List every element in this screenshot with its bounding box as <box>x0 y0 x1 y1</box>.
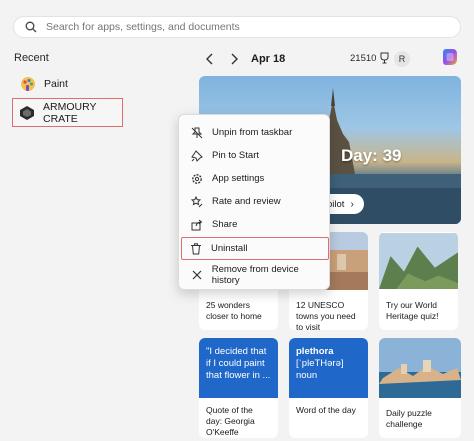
points-value: 21510 <box>350 52 377 64</box>
recent-heading: Recent <box>14 52 49 64</box>
tile-word[interactable]: plethora [ˈpleTHərə] noun Word of the da… <box>289 338 368 438</box>
unpin-icon <box>190 126 204 140</box>
rewards-icon <box>380 52 389 64</box>
tile-caption: 12 UNESCO towns you need to visit <box>296 300 356 330</box>
tile-puzzle[interactable]: Daily puzzle challenge <box>379 338 461 438</box>
search-icon <box>24 20 38 34</box>
menu-item-label: Remove from device history <box>211 263 299 286</box>
share-icon <box>190 218 204 232</box>
tile-word-block: plethora [ˈpleTHərə] noun <box>289 338 368 398</box>
chevron-right-icon: › <box>350 198 354 210</box>
menu-item-pin-start[interactable]: Pin to Start <box>183 144 327 167</box>
chevron-left-icon <box>206 53 213 65</box>
pin-icon <box>190 149 204 163</box>
menu-item-label: Unpin from taskbar <box>212 127 293 138</box>
tile-caption: Word of the day <box>296 405 356 415</box>
tile-caption: Quote of the day: Georgia O'Keeffe <box>206 405 255 437</box>
menu-item-label: Share <box>212 219 238 230</box>
word-pronunciation: [ˈpleTHərə] <box>296 358 344 369</box>
search-input[interactable] <box>46 21 426 33</box>
menu-item-remove-history[interactable]: Remove from device history <box>183 263 327 286</box>
tile-quiz[interactable]: Try our World Heritage quiz! <box>379 232 458 330</box>
tile-quote[interactable]: "I decided that if I could paint that fl… <box>199 338 278 438</box>
paint-app-icon <box>20 76 36 92</box>
menu-item-label: Rate and review <box>212 196 281 207</box>
search-box[interactable] <box>13 16 461 38</box>
rate-review-icon <box>190 195 204 209</box>
tile-image <box>379 233 458 289</box>
menu-item-label: Pin to Start <box>212 150 259 161</box>
chevron-right-icon <box>231 53 238 65</box>
recent-item-label: ARMOURY CRATE <box>43 100 97 125</box>
date-label: Apr 18 <box>251 53 286 65</box>
next-button[interactable] <box>226 51 242 67</box>
tile-image <box>379 338 461 398</box>
gear-icon <box>190 172 204 186</box>
close-icon <box>190 268 204 282</box>
menu-item-uninstall[interactable]: Uninstall <box>181 237 329 260</box>
tile-caption: Try our World Heritage quiz! <box>386 300 439 321</box>
word-part-of-speech: noun <box>296 370 318 381</box>
menu-item-app-settings[interactable]: App settings <box>183 167 327 190</box>
word-of-day: plethora <box>296 346 334 357</box>
menu-item-rate-review[interactable]: Rate and review <box>183 190 327 213</box>
menu-item-share[interactable]: Share <box>183 213 327 236</box>
context-menu: Unpin from taskbar Pin to Start App sett… <box>178 114 330 290</box>
prev-button[interactable] <box>202 51 218 67</box>
tile-caption: 25 wonders closer to home <box>206 300 262 321</box>
recent-item-paint[interactable]: Paint <box>14 70 124 98</box>
tile-quote-text: "I decided that if I could paint that fl… <box>199 338 278 398</box>
menu-item-label: App settings <box>212 173 265 184</box>
tile-caption: Daily puzzle challenge <box>386 408 432 429</box>
menu-item-unpin-taskbar[interactable]: Unpin from taskbar <box>183 121 327 144</box>
avatar[interactable]: R <box>394 51 410 67</box>
rewards-points[interactable]: 21510 <box>350 52 390 64</box>
hero-title: Day: 39 <box>341 146 402 165</box>
recent-item-label: Paint <box>44 78 68 90</box>
menu-item-label: Uninstall <box>211 243 248 254</box>
recent-item-armoury-crate[interactable]: ARMOURY CRATE <box>12 98 123 127</box>
copilot-icon[interactable] <box>440 47 460 67</box>
trash-icon <box>189 242 203 256</box>
armoury-crate-app-icon <box>19 105 35 121</box>
